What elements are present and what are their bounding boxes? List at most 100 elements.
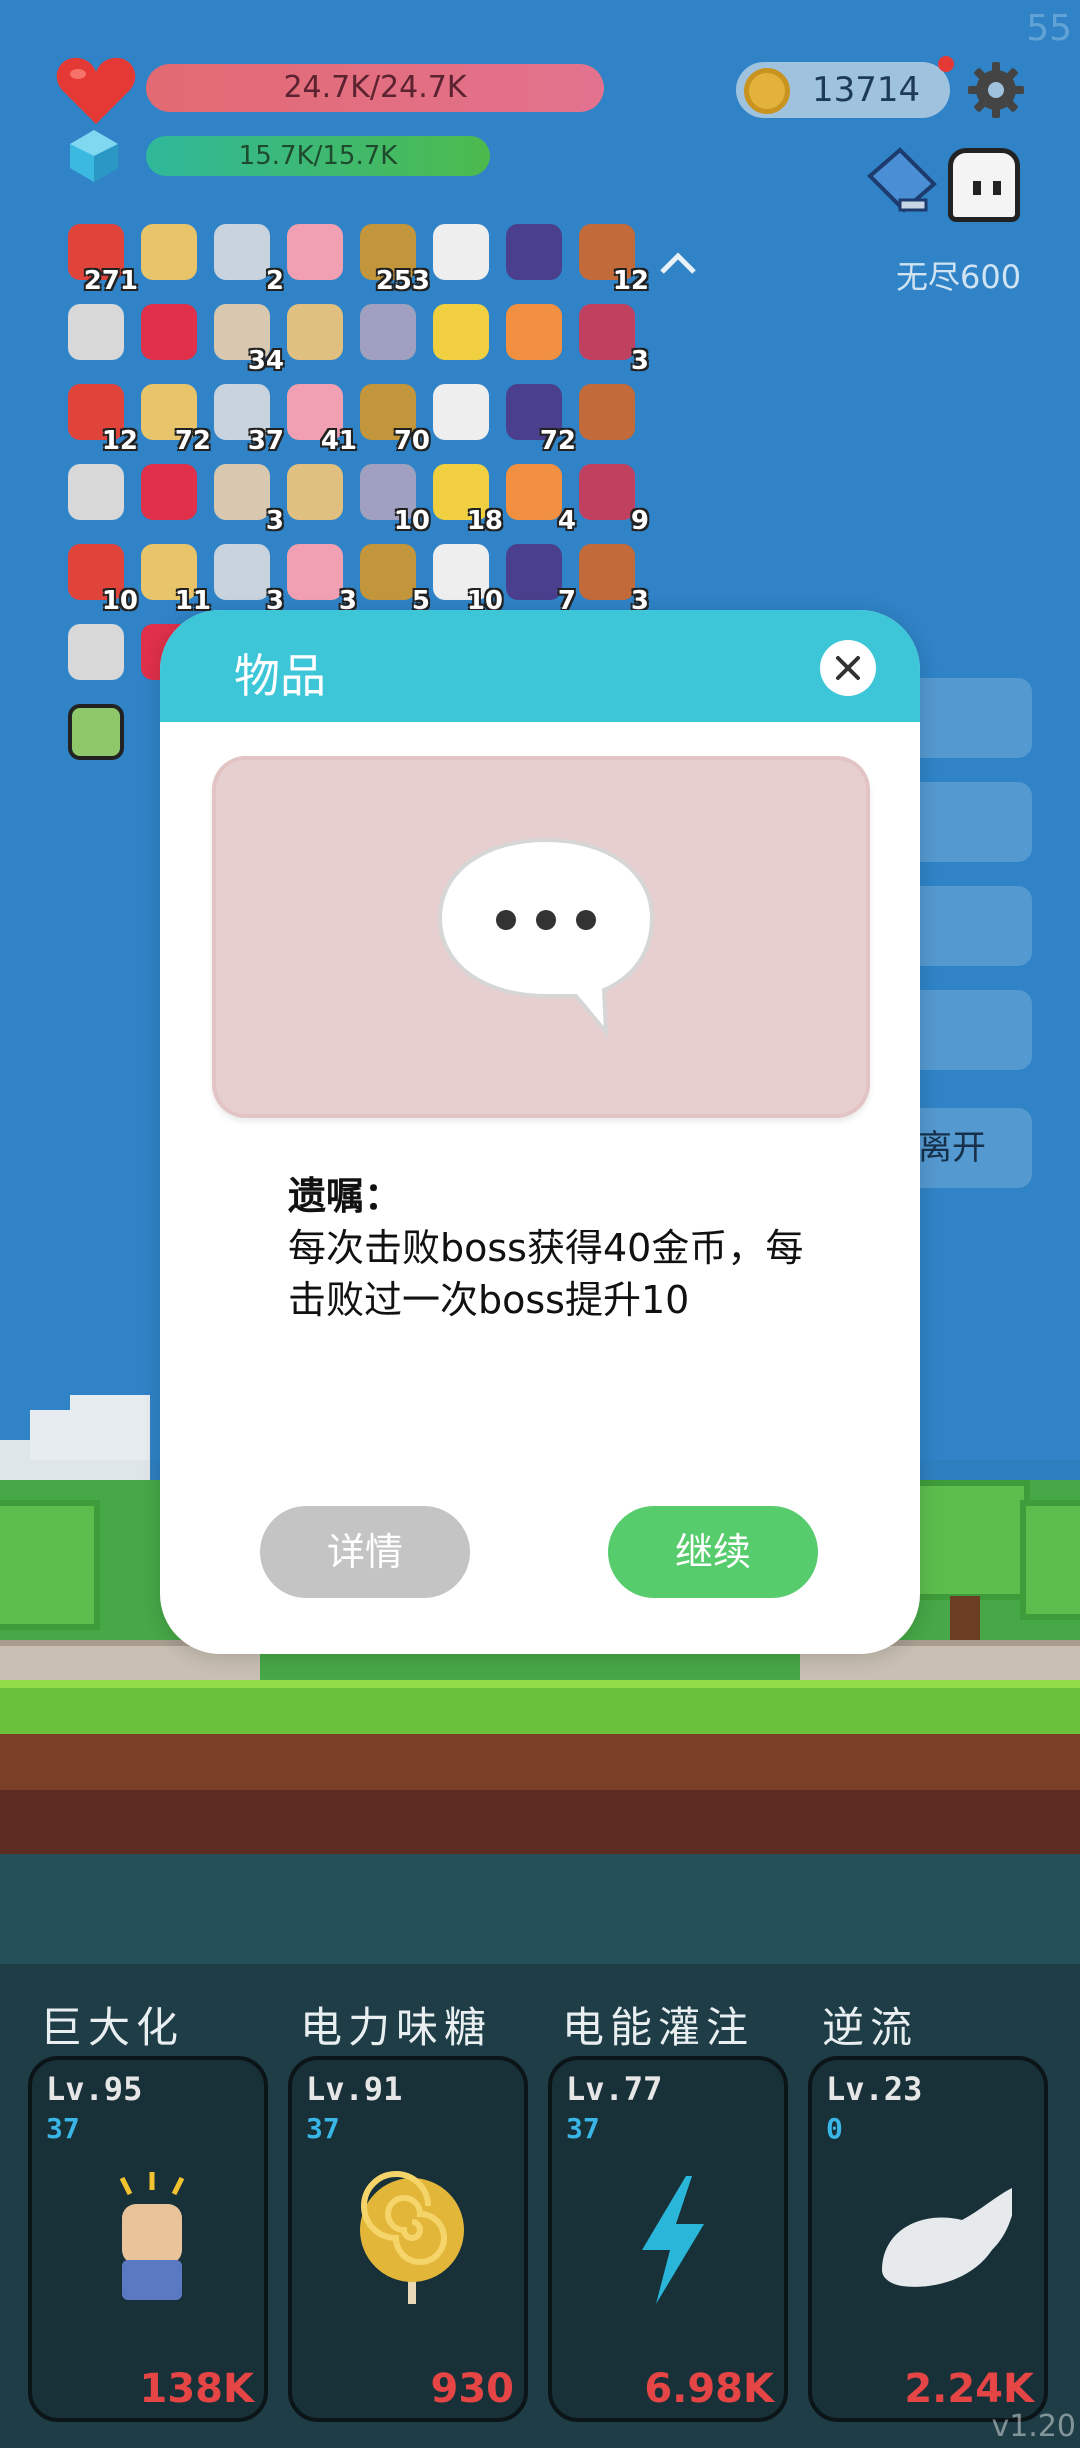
mana-bar: 15.7K/15.7K bbox=[146, 136, 490, 176]
dirt-dark bbox=[0, 1790, 1080, 1854]
pill-red-icon bbox=[360, 544, 416, 600]
gem-icon bbox=[70, 130, 118, 182]
wizard-hat-icon bbox=[506, 224, 562, 280]
compass-icon bbox=[579, 384, 635, 440]
flower-icon bbox=[506, 544, 562, 600]
wing-icon bbox=[882, 2188, 1012, 2287]
inventory-item[interactable]: 10 bbox=[429, 540, 503, 616]
inventory-item[interactable] bbox=[137, 300, 201, 364]
skill-level: Lv.23 bbox=[826, 2070, 923, 2108]
item-count: 18 bbox=[466, 506, 503, 536]
inventory-item[interactable] bbox=[429, 380, 493, 444]
item-count: 3 bbox=[265, 506, 284, 536]
inventory-item[interactable]: 70 bbox=[356, 380, 430, 456]
magic-wand-icon bbox=[433, 304, 489, 360]
inventory-item[interactable]: 10 bbox=[356, 460, 430, 536]
inventory-item[interactable]: 3 bbox=[283, 540, 357, 616]
dots-icon bbox=[68, 304, 124, 360]
grass bbox=[0, 1680, 1080, 1734]
sunflower-icon bbox=[579, 544, 635, 600]
chevron-up-icon[interactable] bbox=[658, 244, 698, 284]
inventory-item[interactable]: 72 bbox=[502, 380, 576, 456]
inventory-item[interactable]: 18 bbox=[429, 460, 503, 536]
item-count: 12 bbox=[612, 266, 649, 296]
inventory-item[interactable] bbox=[64, 460, 128, 524]
inventory-item[interactable]: 9 bbox=[575, 460, 649, 536]
inventory-item[interactable]: 11 bbox=[137, 540, 211, 616]
notification-dot bbox=[938, 56, 954, 72]
inventory-item[interactable]: 10 bbox=[64, 540, 138, 616]
inventory-item[interactable]: 3 bbox=[575, 540, 649, 616]
item-name: 遗嘱： bbox=[288, 1174, 403, 1218]
inventory-item[interactable] bbox=[64, 700, 128, 764]
speech-bubble-icon bbox=[437, 837, 655, 1038]
skill-card-backflow[interactable]: Lv.23 0 2.24K bbox=[808, 2056, 1048, 2422]
inventory-item[interactable]: 3 bbox=[210, 540, 284, 616]
map-icon bbox=[141, 224, 197, 280]
inventory-item[interactable] bbox=[502, 220, 566, 284]
inventory-item[interactable] bbox=[64, 300, 128, 364]
inventory-item[interactable]: 12 bbox=[64, 380, 138, 456]
detail-button[interactable]: 详情 bbox=[260, 1506, 470, 1598]
inventory-item[interactable] bbox=[429, 300, 493, 364]
item-count: 72 bbox=[174, 426, 211, 456]
skill-level: Lv.91 bbox=[306, 2070, 403, 2108]
inventory-item[interactable]: 12 bbox=[575, 220, 649, 296]
item-count: 41 bbox=[320, 426, 357, 456]
inventory-item[interactable] bbox=[283, 300, 347, 364]
inventory-item[interactable]: 271 bbox=[64, 220, 138, 296]
inventory-item[interactable] bbox=[64, 620, 128, 684]
inventory-item[interactable]: 253 bbox=[356, 220, 430, 296]
item-count: 253 bbox=[375, 266, 430, 296]
skill-card-giant[interactable]: Lv.95 37 138K bbox=[28, 2056, 268, 2422]
skill-cost: 930 bbox=[430, 2366, 515, 2412]
inventory-item[interactable] bbox=[356, 300, 420, 364]
lollipop-icon bbox=[360, 2171, 464, 2304]
inventory-item[interactable] bbox=[502, 300, 566, 364]
skill-name: 电力味糖 bbox=[300, 2003, 493, 2052]
inventory-item[interactable] bbox=[283, 220, 347, 284]
close-button[interactable] bbox=[820, 640, 876, 696]
inventory-item[interactable]: 37 bbox=[210, 380, 284, 456]
inventory-item[interactable] bbox=[575, 380, 639, 444]
inventory-item[interactable]: 2 bbox=[210, 220, 284, 296]
skill-name: 电能灌注 bbox=[562, 2003, 755, 2052]
inventory-item[interactable]: 34 bbox=[210, 300, 284, 376]
ice-cream-icon bbox=[287, 224, 343, 280]
endless-mode-label: 无尽600 bbox=[896, 258, 1022, 296]
inventory-item[interactable]: 41 bbox=[283, 380, 357, 456]
item-count: 4 bbox=[557, 506, 576, 536]
coin-icon bbox=[744, 68, 790, 114]
item-count: 9 bbox=[630, 506, 649, 536]
inventory-item[interactable]: 72 bbox=[137, 380, 211, 456]
ghost-button[interactable] bbox=[948, 148, 1020, 222]
skill-name: 逆流 bbox=[822, 2003, 919, 2052]
inventory-item[interactable]: 5 bbox=[356, 540, 430, 616]
playing-cards-icon bbox=[141, 464, 197, 520]
item-count: 34 bbox=[247, 346, 284, 376]
envelope-icon bbox=[214, 544, 270, 600]
item-count: 72 bbox=[539, 426, 576, 456]
inventory-item[interactable] bbox=[137, 220, 201, 284]
item-count: 70 bbox=[393, 426, 430, 456]
tree bbox=[1020, 1500, 1080, 1620]
inventory-item[interactable]: 7 bbox=[502, 540, 576, 616]
item-count: 10 bbox=[101, 586, 138, 616]
ruler-icon[interactable] bbox=[864, 146, 940, 222]
hp-bar: 24.7K/24.7K bbox=[146, 64, 604, 112]
inventory-item[interactable] bbox=[137, 460, 201, 524]
inventory-item[interactable] bbox=[429, 220, 493, 284]
lightbulb-icon bbox=[68, 704, 124, 760]
inventory-item[interactable]: 3 bbox=[210, 460, 284, 536]
skill-sub-value: 37 bbox=[46, 2112, 80, 2145]
continue-button[interactable]: 继续 bbox=[608, 1506, 818, 1598]
version-label: v1.20 bbox=[991, 2409, 1076, 2444]
inventory-item[interactable]: 3 bbox=[575, 300, 649, 376]
inventory-item[interactable]: 4 bbox=[502, 460, 576, 536]
briefcase-icon bbox=[214, 224, 270, 280]
inventory-item[interactable] bbox=[283, 460, 347, 524]
skill-card-candy[interactable]: Lv.91 37 930 bbox=[288, 2056, 528, 2422]
skill-card-infusion[interactable]: Lv.77 37 6.98K bbox=[548, 2056, 788, 2422]
crown-icon bbox=[506, 304, 562, 360]
gear-icon[interactable] bbox=[966, 60, 1026, 120]
